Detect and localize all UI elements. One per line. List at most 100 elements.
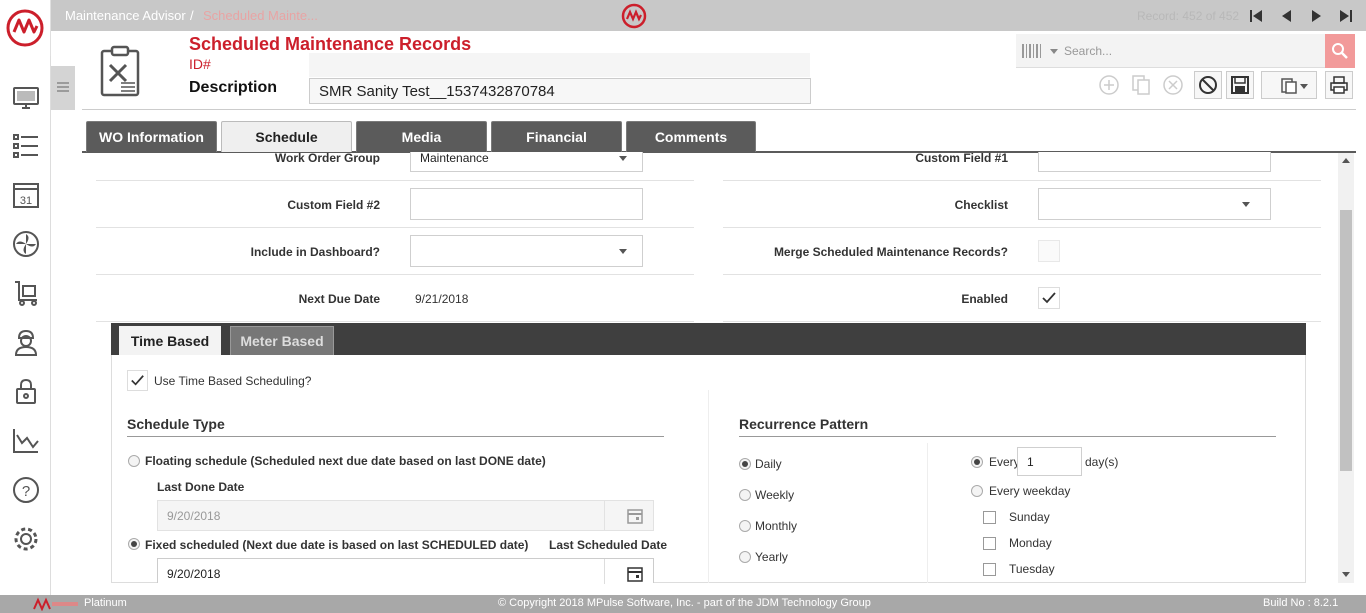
sunday-checkbox[interactable]: [983, 511, 996, 524]
tab-media[interactable]: Media: [356, 121, 487, 152]
checkmark-icon: [1042, 292, 1056, 304]
search-bar: Search...: [1016, 34, 1325, 68]
list-icon[interactable]: [11, 132, 41, 162]
help-icon[interactable]: ?: [11, 475, 41, 505]
sidebar: 31 ?: [0, 56, 51, 595]
floating-schedule-radio[interactable]: [128, 455, 140, 467]
related-records-button[interactable]: [1261, 71, 1317, 99]
calendar-picker-icon[interactable]: [627, 566, 643, 582]
monday-checkbox[interactable]: [983, 537, 996, 550]
description-input[interactable]: SMR Sanity Test__1537432870784: [309, 78, 811, 104]
dropdown-caret-icon: [619, 249, 627, 254]
fixed-schedule-radio[interactable]: [128, 538, 140, 550]
tab-financial[interactable]: Financial: [491, 121, 622, 152]
mpulse-footer-logo: [33, 597, 78, 611]
calendar-picker-icon[interactable]: [627, 508, 643, 524]
search-scope-dropdown-icon[interactable]: [1050, 49, 1058, 54]
weekly-radio[interactable]: [739, 489, 751, 501]
recurrence-pattern-title: Recurrence Pattern: [739, 416, 869, 432]
subtab-time-based[interactable]: Time Based: [119, 326, 221, 355]
tab-wo-information[interactable]: WO Information: [86, 121, 217, 152]
calendar-icon[interactable]: 31: [11, 180, 41, 210]
cancel-button[interactable]: [1194, 71, 1222, 99]
checklist-select[interactable]: [1038, 188, 1271, 220]
every-weekday-radio[interactable]: [971, 485, 983, 497]
every-weekday-label: Every weekday: [989, 484, 1071, 498]
breadcrumb-separator: /: [190, 8, 194, 23]
tab-schedule[interactable]: Schedule: [221, 121, 352, 152]
yearly-radio[interactable]: [739, 551, 751, 563]
custom-field-1-label: Custom Field #1: [915, 151, 1008, 165]
row-divider: [96, 274, 694, 275]
last-done-date-value: 9/20/2018: [167, 509, 221, 523]
row-divider: [96, 321, 694, 322]
panel-expander[interactable]: [51, 66, 75, 110]
every-label: Every: [989, 455, 1020, 469]
last-scheduled-date-label: Last Scheduled Date: [549, 538, 668, 552]
tab-comments[interactable]: Comments: [626, 121, 756, 152]
copyright-text: © Copyright 2018 MPulse Software, Inc. -…: [498, 597, 871, 609]
subtab-meter-based[interactable]: Meter Based: [230, 326, 334, 355]
previous-record-icon[interactable]: [1277, 7, 1295, 25]
include-in-dashboard-label: Include in Dashboard?: [250, 245, 380, 259]
copy-record-button[interactable]: [1127, 71, 1155, 99]
include-in-dashboard-select[interactable]: [410, 235, 643, 267]
clipboard-tools-icon: [100, 45, 140, 97]
barcode-icon[interactable]: [1022, 44, 1044, 58]
every-n-days-radio[interactable]: [971, 456, 983, 468]
next-due-date-value: 9/21/2018: [415, 292, 469, 306]
input-divider: [604, 501, 605, 530]
use-time-based-checkbox[interactable]: [127, 370, 148, 391]
daily-label: Daily: [755, 457, 782, 471]
next-due-date-label: Next Due Date: [298, 292, 380, 306]
save-button[interactable]: [1226, 71, 1254, 99]
monthly-label: Monthly: [755, 519, 798, 533]
scroll-down-icon[interactable]: [1342, 572, 1350, 577]
print-icon: [1330, 76, 1348, 94]
svg-text:31: 31: [20, 195, 32, 207]
every-days-input[interactable]: 1: [1017, 447, 1082, 476]
scroll-up-icon[interactable]: [1342, 158, 1350, 163]
breadcrumb-root[interactable]: Maintenance Advisor: [65, 8, 186, 23]
scrollbar-thumb[interactable]: [1340, 210, 1352, 471]
chevron-down-icon: [1300, 84, 1308, 89]
monthly-radio[interactable]: [739, 520, 751, 532]
sunday-label: Sunday: [1009, 510, 1050, 524]
work-order-group-select[interactable]: Maintenance: [410, 152, 643, 172]
scrollbar[interactable]: [1338, 153, 1354, 583]
print-button[interactable]: [1325, 71, 1353, 99]
header-divider: [82, 109, 1356, 110]
reports-icon[interactable]: [11, 425, 41, 455]
first-record-icon[interactable]: [1247, 7, 1265, 25]
custom-field-1-input[interactable]: [1038, 152, 1271, 172]
merge-smr-checkbox[interactable]: [1038, 240, 1060, 262]
breadcrumb-current: Scheduled Mainte...: [203, 8, 318, 23]
last-scheduled-date-input[interactable]: 9/20/2018: [157, 558, 654, 584]
technician-icon[interactable]: [11, 327, 41, 357]
search-input[interactable]: Search...: [1064, 44, 1112, 58]
use-time-based-label: Use Time Based Scheduling?: [154, 374, 312, 388]
settings-gear-icon[interactable]: [11, 524, 41, 554]
daily-radio[interactable]: [739, 458, 751, 470]
tuesday-checkbox[interactable]: [983, 563, 996, 576]
asset-fan-icon[interactable]: [11, 229, 41, 259]
app-logo[interactable]: [0, 0, 51, 56]
delete-icon: [1163, 75, 1183, 95]
weekly-label: Weekly: [755, 488, 795, 502]
monitor-icon[interactable]: [11, 83, 41, 113]
last-done-date-input[interactable]: 9/20/2018: [157, 500, 654, 531]
search-button[interactable]: [1325, 34, 1355, 68]
id-field: [309, 53, 810, 77]
enabled-checkbox[interactable]: [1038, 287, 1060, 309]
monday-label: Monday: [1009, 536, 1052, 550]
next-record-icon[interactable]: [1308, 7, 1326, 25]
footer: Platinum © Copyright 2018 MPulse Softwar…: [0, 595, 1366, 613]
last-record-icon[interactable]: [1337, 7, 1355, 25]
row-divider: [723, 321, 1321, 322]
delete-record-button[interactable]: [1159, 71, 1187, 99]
dropdown-caret-icon: [1242, 202, 1250, 207]
inventory-cart-icon[interactable]: [11, 278, 41, 308]
custom-field-2-input[interactable]: [410, 188, 643, 220]
add-record-button[interactable]: [1095, 71, 1123, 99]
lock-icon[interactable]: [11, 376, 41, 406]
